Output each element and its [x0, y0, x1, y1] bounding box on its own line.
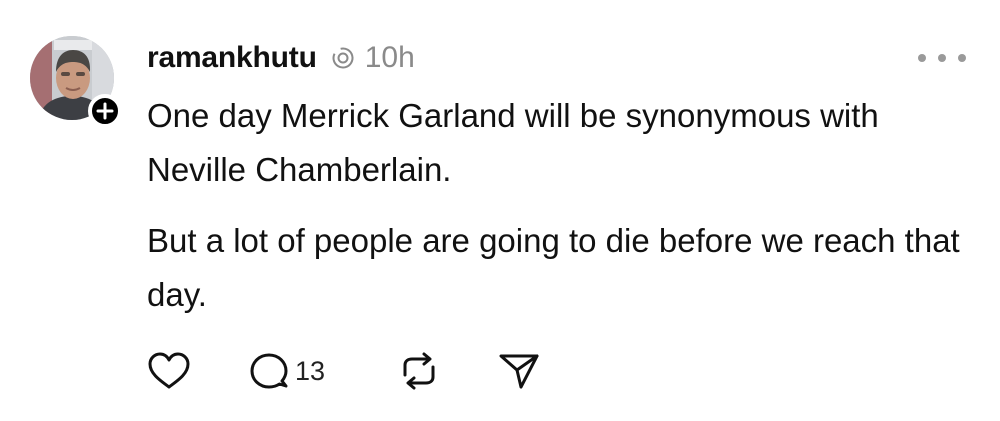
- thread-post: ramankhutu 10h One day Merrick Garland w…: [0, 0, 1000, 421]
- post-header: ramankhutu 10h: [147, 36, 415, 80]
- send-paper-plane-icon: [499, 354, 539, 389]
- follow-button[interactable]: [88, 94, 122, 128]
- heart-icon: [148, 352, 190, 389]
- ellipsis-icon: [918, 54, 926, 62]
- ellipsis-icon: [958, 54, 966, 62]
- like-button[interactable]: [147, 351, 249, 391]
- username[interactable]: ramankhutu: [147, 41, 317, 75]
- post-timestamp[interactable]: 10h: [365, 41, 415, 75]
- plus-icon: [96, 102, 114, 120]
- repost-arrows-icon: [403, 352, 435, 390]
- post-text-paragraph: One day Merrick Garland will be synonymo…: [147, 97, 879, 188]
- post-text-paragraph: But a lot of people are going to die bef…: [147, 222, 960, 313]
- more-options-button[interactable]: [918, 50, 966, 66]
- ellipsis-icon: [938, 54, 946, 62]
- avatar-container[interactable]: [30, 36, 122, 128]
- action-bar: 13: [147, 348, 541, 394]
- comment-bubble-icon: [250, 353, 288, 389]
- reply-count: 13: [295, 355, 326, 386]
- threads-ring-icon: [331, 46, 355, 70]
- reply-button[interactable]: 13: [249, 351, 397, 391]
- repost-button[interactable]: [397, 351, 497, 391]
- share-button[interactable]: [497, 351, 541, 391]
